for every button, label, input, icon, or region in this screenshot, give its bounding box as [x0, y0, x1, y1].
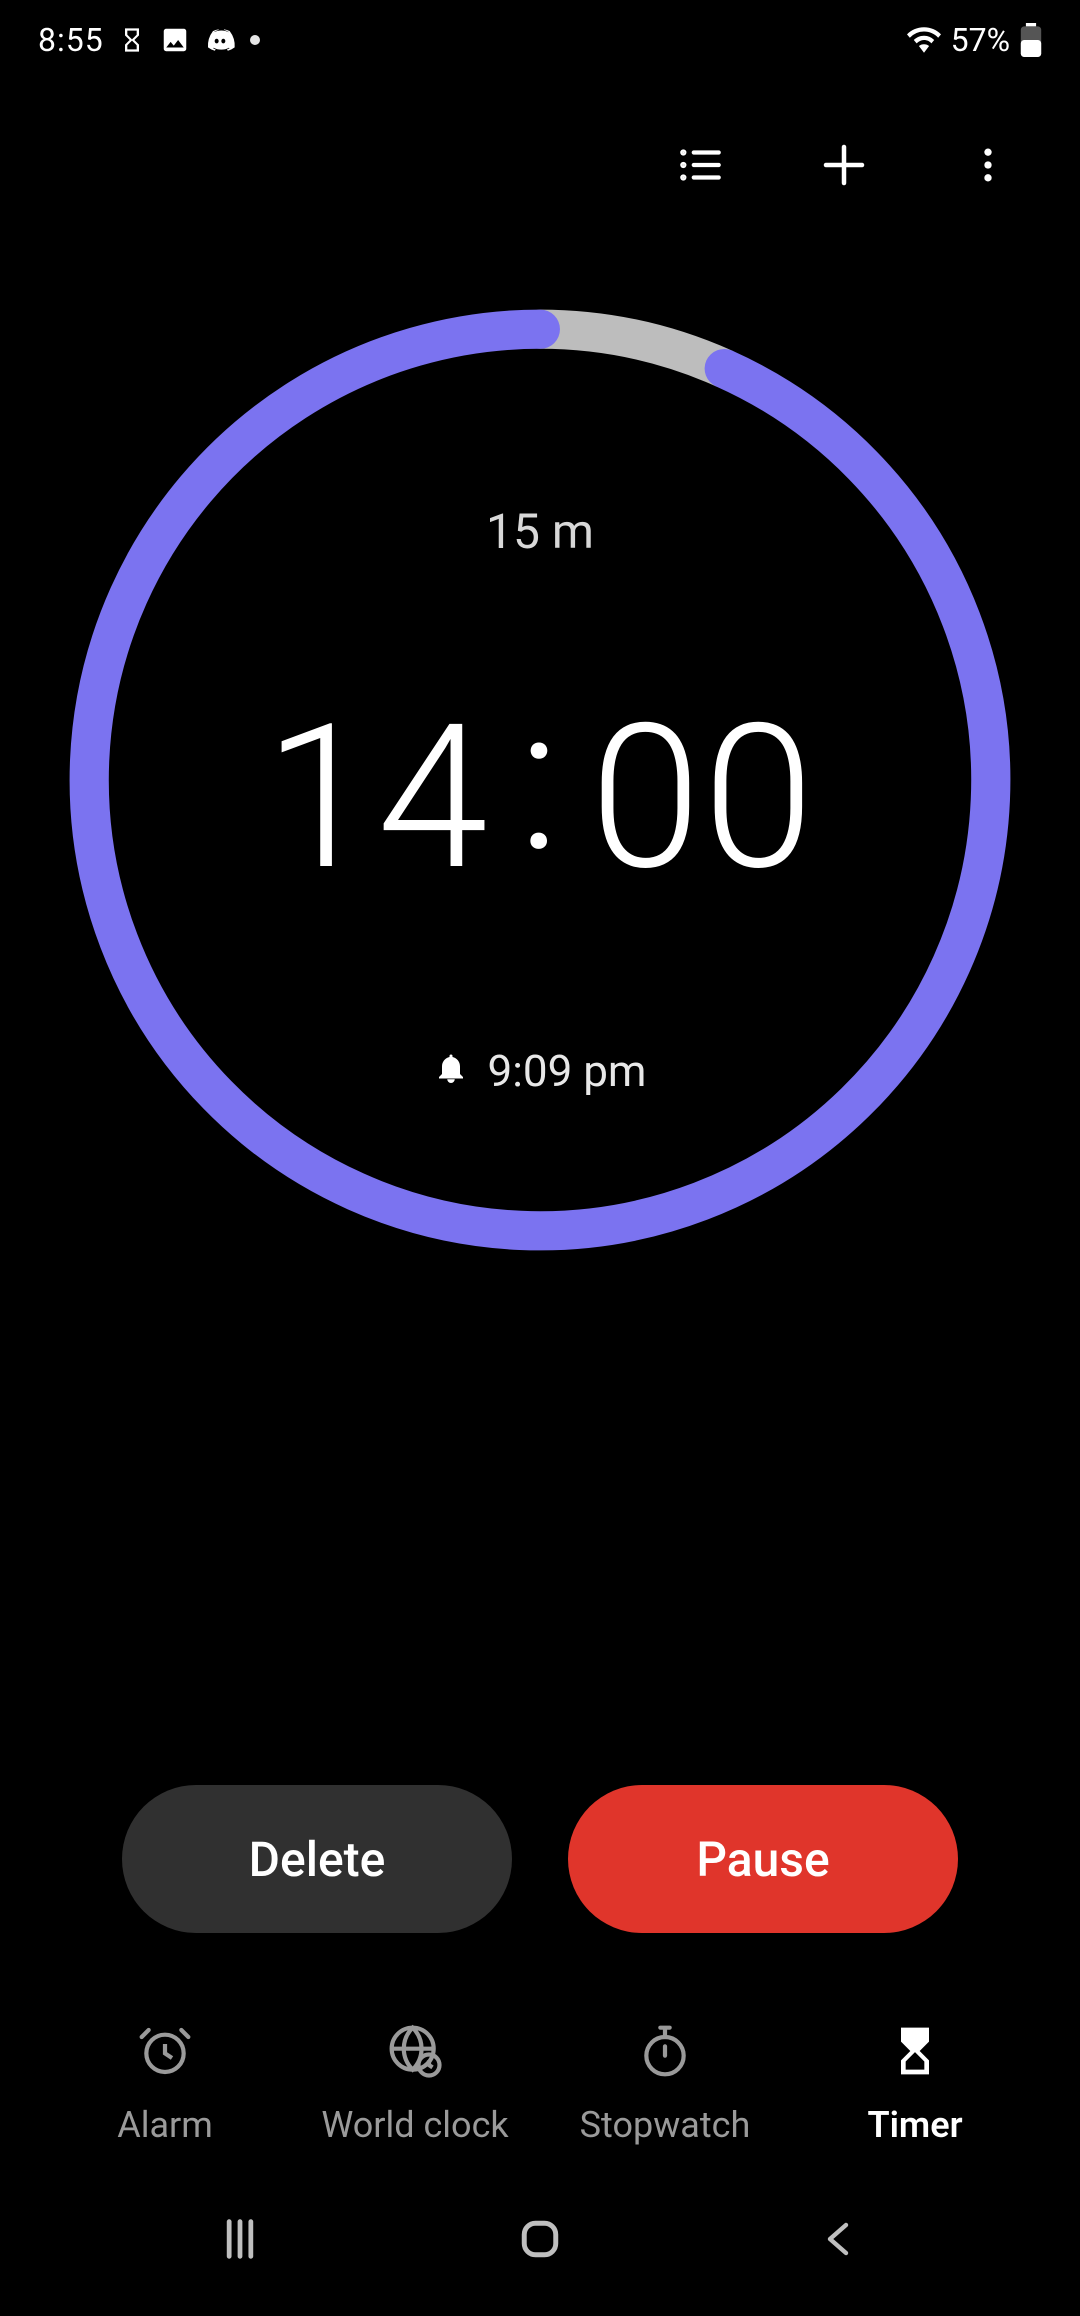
home-button[interactable]	[500, 2199, 580, 2279]
add-timer-button[interactable]	[812, 133, 876, 197]
bottom-tab-bar: Alarm World clock Stopwatch Timer	[0, 1993, 1080, 2186]
status-time: 8:55	[38, 21, 104, 59]
overflow-menu-button[interactable]	[956, 133, 1020, 197]
status-bar-right: 57%	[907, 21, 1042, 59]
pause-button-label: Pause	[696, 1831, 829, 1888]
tab-stopwatch-label: Stopwatch	[580, 2104, 751, 2146]
time-seconds: 00	[590, 680, 816, 915]
tab-timer[interactable]: Timer	[790, 2023, 1040, 2146]
pause-button[interactable]: Pause	[568, 1785, 958, 1933]
system-nav-bar	[0, 2186, 1080, 2316]
wifi-icon	[907, 23, 941, 57]
delete-button[interactable]: Delete	[122, 1785, 512, 1933]
timer-button-row: Delete Pause	[0, 1785, 1080, 1993]
status-bar: 8:55 57%	[0, 0, 1080, 80]
timer-ring-area: 15 m 14 : 00 9:09 pm	[0, 250, 1080, 1270]
battery-percent: 57%	[951, 21, 1010, 59]
preset-list-button[interactable]	[668, 133, 732, 197]
status-bar-left: 8:55	[38, 21, 260, 59]
notification-dot-icon	[250, 35, 260, 45]
timer-end-time: 9:09 pm	[487, 1045, 646, 1097]
image-icon	[160, 25, 190, 55]
recents-button[interactable]	[200, 2199, 280, 2279]
time-colon: :	[490, 662, 590, 897]
tab-timer-label: Timer	[867, 2104, 962, 2146]
time-minutes: 14	[264, 680, 490, 915]
tab-world-clock[interactable]: World clock	[290, 2023, 540, 2146]
top-toolbar	[0, 80, 1080, 250]
hourglass-icon	[118, 26, 146, 54]
tab-alarm[interactable]: Alarm	[40, 2023, 290, 2146]
bell-icon	[433, 1045, 469, 1097]
tab-world-clock-label: World clock	[321, 2104, 508, 2146]
stopwatch-icon	[637, 2023, 693, 2088]
alarm-clock-icon	[137, 2023, 193, 2088]
globe-icon	[387, 2023, 443, 2088]
timer-ring: 15 m 14 : 00 9:09 pm	[50, 290, 1030, 1270]
tab-stopwatch[interactable]: Stopwatch	[540, 2023, 790, 2146]
back-button[interactable]	[800, 2199, 880, 2279]
timer-end-row: 9:09 pm	[433, 1045, 646, 1097]
delete-button-label: Delete	[249, 1831, 386, 1888]
battery-icon	[1020, 23, 1042, 57]
tab-alarm-label: Alarm	[117, 2104, 213, 2146]
hourglass-tab-icon	[887, 2023, 943, 2088]
discord-icon	[204, 24, 236, 56]
timer-total-label: 15 m	[486, 503, 594, 560]
time-remaining: 14 : 00	[264, 680, 816, 915]
